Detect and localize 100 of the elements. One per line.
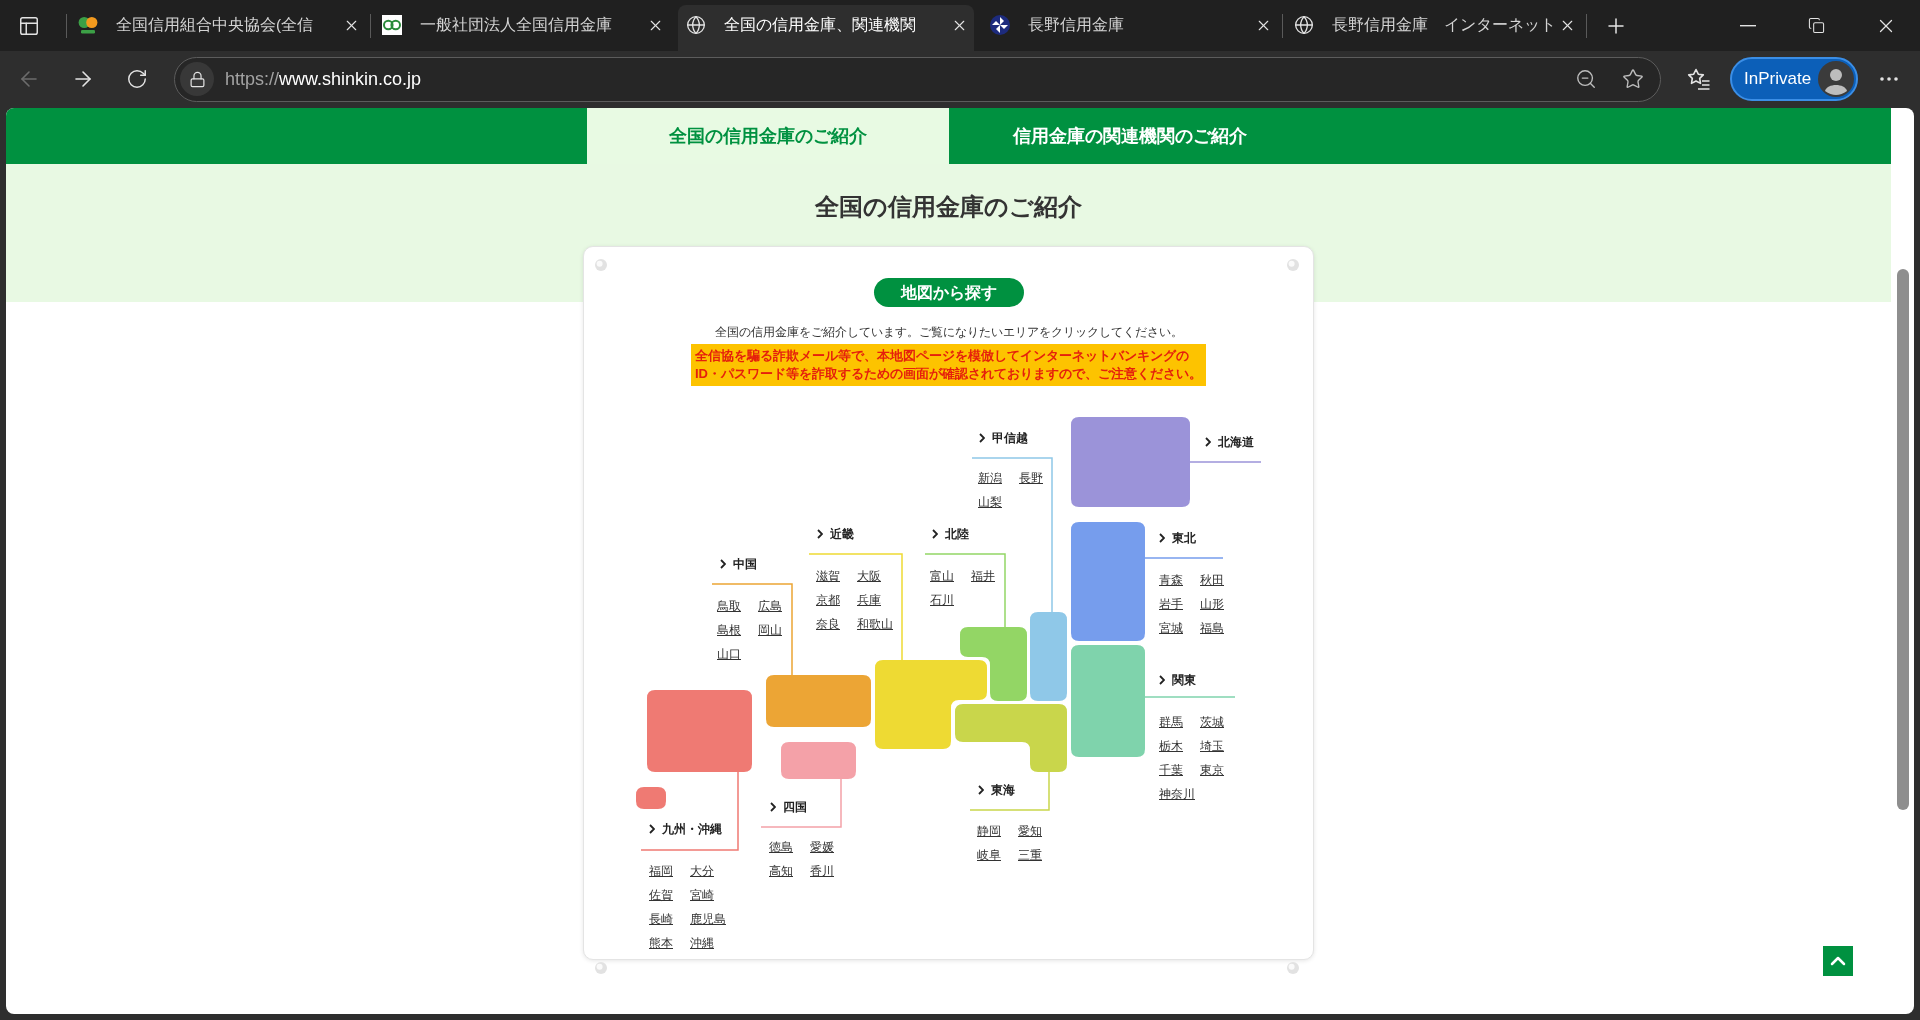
refresh-icon (126, 68, 148, 90)
prefecture-link[interactable]: 鹿児島 (690, 911, 726, 927)
intro-text: 全国の信用金庫をご紹介しています。ご覧になりたいエリアをクリックしてください。 (714, 324, 1183, 341)
page-title: 全国の信用金庫のご紹介 (815, 192, 1082, 221)
region-link[interactable]: 北陸 (932, 525, 969, 543)
chevron-right-icon (720, 559, 726, 569)
prefecture-link[interactable]: 秋田 (1200, 572, 1224, 588)
star-list-icon (1687, 67, 1711, 91)
chevron-right-icon (932, 529, 938, 539)
prefecture-link[interactable]: 新潟 (978, 470, 1002, 486)
rings-logo-icon (382, 15, 402, 35)
region-link[interactable]: 関東 (1159, 671, 1196, 689)
browser-tab[interactable]: 全国信用組合中央協会(全信 (70, 5, 366, 51)
prefecture-link[interactable]: 滋賀 (816, 568, 840, 584)
region-link[interactable]: 四国 (770, 798, 807, 816)
prefecture-link[interactable]: 大分 (690, 863, 714, 879)
prefecture-link[interactable]: 香川 (810, 863, 834, 879)
prefecture-link[interactable]: 長崎 (649, 911, 673, 927)
prefecture-link[interactable]: 兵庫 (857, 592, 881, 608)
corner-dot-icon (595, 962, 607, 974)
prefecture-link[interactable]: 千葉 (1159, 762, 1183, 778)
window-panels-icon (18, 14, 40, 37)
region-link[interactable]: 中国 (720, 555, 757, 573)
browser-tab[interactable]: 一般社団法人全国信用金庫 (374, 5, 670, 51)
region-link[interactable]: 東北 (1159, 529, 1196, 547)
prefecture-link[interactable]: 鳥取 (717, 598, 741, 614)
logo-icon (78, 15, 98, 35)
inprivate-button[interactable]: InPrivate (1730, 57, 1858, 101)
prefecture-link[interactable]: 青森 (1159, 572, 1183, 588)
prefecture-link[interactable]: 愛知 (1018, 823, 1042, 839)
chevron-right-icon (649, 824, 655, 834)
region-link[interactable]: 北海道 (1205, 433, 1254, 451)
browser-tab[interactable]: 長野信用金庫 インターネット (1286, 5, 1582, 51)
prefecture-link[interactable]: 徳島 (769, 839, 793, 855)
prefecture-link[interactable]: 東京 (1200, 762, 1224, 778)
restore-icon (1808, 17, 1825, 34)
browser-tab[interactable]: 全国の信用金庫、関連機関 (678, 5, 974, 51)
chevron-right-icon (1205, 437, 1211, 447)
page-tab[interactable]: 信用金庫の関連機関のご紹介 (948, 108, 1311, 164)
avatar-icon (1818, 61, 1854, 97)
prefecture-link[interactable]: 京都 (816, 592, 840, 608)
globe-icon (1294, 15, 1314, 35)
corner-dot-icon (1287, 962, 1299, 974)
prefecture-link[interactable]: 群馬 (1159, 714, 1183, 730)
prefecture-link[interactable]: 佐賀 (649, 887, 673, 903)
chevron-right-icon (978, 785, 984, 795)
chevron-right-icon (1159, 675, 1165, 685)
prefecture-link[interactable]: 埼玉 (1200, 738, 1224, 754)
pinwheel-icon (990, 15, 1010, 35)
prefecture-link[interactable]: 福島 (1200, 620, 1224, 636)
prefecture-link[interactable]: 福岡 (649, 863, 673, 879)
globe-icon (686, 15, 706, 35)
prefecture-link[interactable]: 栃木 (1159, 738, 1183, 754)
site-info-button[interactable] (180, 62, 214, 96)
prefecture-link[interactable]: 福井 (971, 568, 995, 584)
prefecture-link[interactable]: 岩手 (1159, 596, 1183, 612)
region-block[interactable] (960, 627, 1027, 701)
chevron-right-icon (817, 529, 823, 539)
prefecture-link[interactable]: 岐阜 (977, 847, 1001, 863)
prefecture-link[interactable]: 大阪 (857, 568, 881, 584)
prefecture-link[interactable]: 山形 (1200, 596, 1224, 612)
prefecture-link[interactable]: 三重 (1018, 847, 1042, 863)
prefecture-link[interactable]: 静岡 (977, 823, 1001, 839)
prefecture-link[interactable]: 奈良 (816, 616, 840, 632)
more-icon (1880, 77, 1898, 81)
prefecture-link[interactable]: 愛媛 (810, 839, 834, 855)
prefecture-link[interactable]: 熊本 (649, 935, 673, 951)
region-link[interactable]: 近畿 (817, 525, 854, 543)
prefecture-link[interactable]: 富山 (930, 568, 954, 584)
prefecture-link[interactable]: 宮崎 (690, 887, 714, 903)
region-link[interactable]: 東海 (978, 781, 1015, 799)
page-tab[interactable]: 全国の信用金庫のご紹介 (586, 108, 949, 164)
region-link[interactable]: 甲信越 (979, 429, 1028, 447)
prefecture-link[interactable]: 宮城 (1159, 620, 1183, 636)
prefecture-link[interactable]: 沖縄 (690, 935, 714, 951)
warning-notice: 全信協を騙る詐欺メール等で、本地図ページを模倣してインターネットバンキングの ID・パスワード等を詐取するための画面が確認されておりますので、ご注意ください。 (691, 344, 1206, 386)
corner-dot-icon (595, 259, 607, 271)
region-link[interactable]: 九州・沖縄 (649, 820, 722, 838)
scrollbar-thumb[interactable] (1896, 269, 1909, 810)
prefecture-link[interactable]: 山梨 (978, 494, 1002, 510)
back-to-top-button[interactable] (1823, 946, 1853, 976)
prefecture-link[interactable]: 茨城 (1200, 714, 1224, 730)
chevron-right-icon (979, 433, 985, 443)
prefecture-link[interactable]: 高知 (769, 863, 793, 879)
lock-icon (188, 70, 206, 88)
prefecture-link[interactable]: 神奈川 (1159, 786, 1195, 802)
prefecture-link[interactable]: 長野 (1019, 470, 1043, 486)
prefecture-link[interactable]: 島根 (717, 622, 741, 638)
prefecture-link[interactable]: 広島 (758, 598, 782, 614)
corner-dot-icon (1287, 259, 1299, 271)
prefecture-link[interactable]: 岡山 (758, 622, 782, 638)
chevron-right-icon (770, 802, 776, 812)
star-icon (1622, 68, 1644, 90)
chevron-right-icon (1159, 533, 1165, 543)
island-block[interactable] (636, 787, 666, 809)
prefecture-link[interactable]: 和歌山 (857, 616, 893, 632)
prefecture-link[interactable]: 山口 (717, 646, 741, 662)
url-field[interactable]: https://www.shinkin.co.jp (225, 67, 422, 91)
browser-tab[interactable]: 長野信用金庫 (982, 5, 1278, 51)
prefecture-link[interactable]: 石川 (930, 592, 954, 608)
